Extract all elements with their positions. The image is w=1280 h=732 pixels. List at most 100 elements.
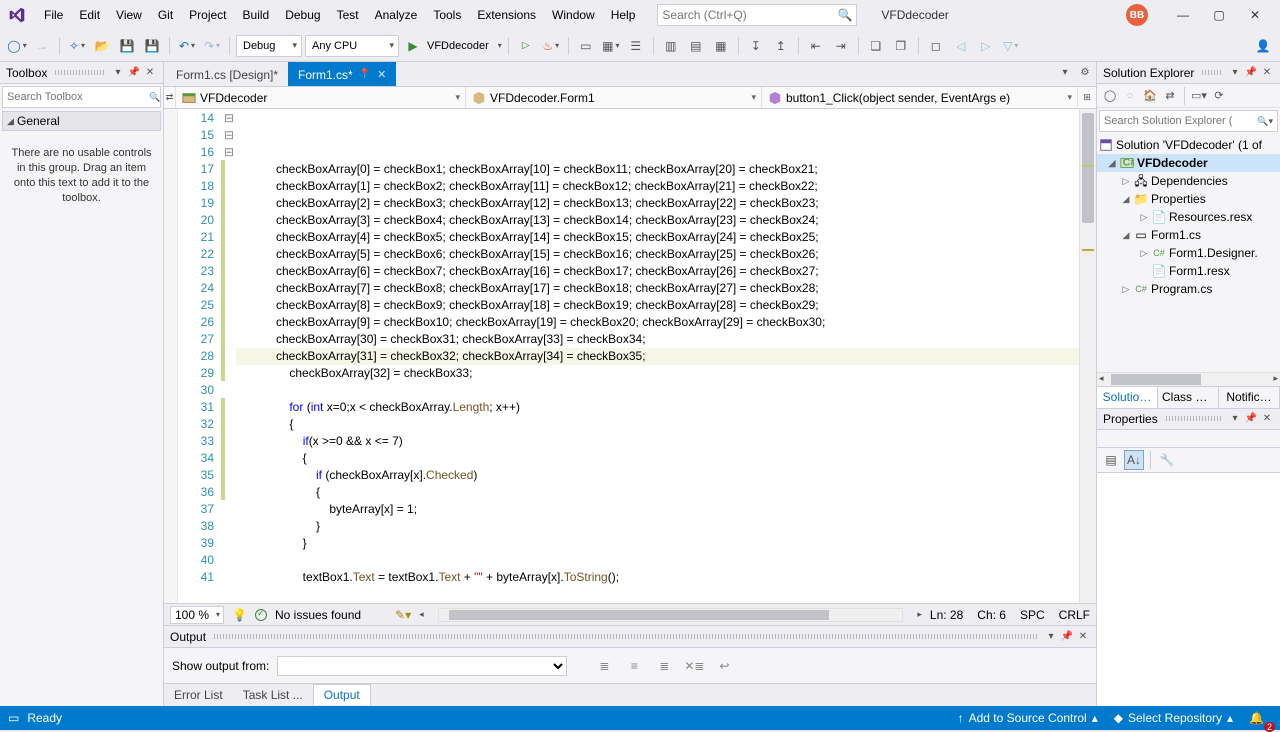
user-avatar[interactable]: BB bbox=[1126, 4, 1148, 26]
horizontal-scrollbar[interactable] bbox=[438, 608, 904, 622]
sln-home-icon[interactable]: 🏠 bbox=[1141, 87, 1159, 105]
lightbulb-icon[interactable]: 💡 bbox=[232, 608, 247, 622]
pin-icon[interactable]: 📍 bbox=[359, 69, 371, 80]
nav-back-button[interactable]: ◯▾ bbox=[6, 35, 28, 57]
bottom-tab-output[interactable]: Output bbox=[313, 684, 371, 705]
code-text[interactable]: checkBoxArray[0] = checkBox1; checkBoxAr… bbox=[236, 109, 1079, 603]
title-search-input[interactable] bbox=[662, 8, 837, 22]
menu-edit[interactable]: Edit bbox=[71, 4, 108, 26]
bookmark-prev[interactable]: ◁ bbox=[950, 35, 972, 57]
sln-sync-icon[interactable]: ⇄ bbox=[1161, 87, 1179, 105]
solution-hscroll[interactable]: ◂▸ bbox=[1097, 372, 1280, 386]
right-tab-0[interactable]: Solutio… bbox=[1097, 387, 1158, 408]
output-btn-4[interactable]: ✕≣ bbox=[683, 656, 705, 676]
sln-refresh-icon[interactable]: ⟳ bbox=[1210, 87, 1228, 105]
sln-back-icon[interactable]: ◯ bbox=[1101, 87, 1119, 105]
close-icon[interactable]: ✕ bbox=[1260, 412, 1274, 426]
tree-resources[interactable]: ▷📄Resources.resx bbox=[1097, 208, 1280, 226]
output-btn-3[interactable]: ≣ bbox=[653, 656, 675, 676]
new-project-button[interactable]: ✧▾ bbox=[66, 35, 88, 57]
tb-step-1[interactable]: ↧ bbox=[745, 35, 767, 57]
close-icon[interactable]: ✕ bbox=[377, 68, 386, 81]
bookmark-button[interactable]: ◻ bbox=[925, 35, 947, 57]
menu-tools[interactable]: Tools bbox=[425, 4, 469, 26]
dropdown-icon[interactable]: ▾ bbox=[111, 66, 125, 80]
tb-align-3[interactable]: ▦ bbox=[710, 35, 732, 57]
solution-search[interactable]: 🔍▾ bbox=[1099, 110, 1278, 132]
close-icon[interactable]: ✕ bbox=[1076, 630, 1090, 644]
scrollbar-thumb[interactable] bbox=[449, 610, 829, 620]
prop-alpha-icon[interactable]: A↓ bbox=[1124, 450, 1144, 470]
menu-help[interactable]: Help bbox=[603, 4, 644, 26]
bookmark-clear[interactable]: ▽▾ bbox=[1000, 35, 1022, 57]
output-btn-2[interactable]: ≡ bbox=[623, 656, 645, 676]
start-target-label[interactable]: VFDdecoder bbox=[427, 40, 489, 52]
tree-form1[interactable]: ◢▭Form1.cs bbox=[1097, 226, 1280, 244]
breakpoint-margin[interactable] bbox=[164, 109, 178, 603]
sln-showall-icon[interactable]: ▭▾ bbox=[1190, 87, 1208, 105]
tb-uncomment[interactable]: ❐ bbox=[890, 35, 912, 57]
tb-comment[interactable]: ❏ bbox=[865, 35, 887, 57]
close-icon[interactable]: ✕ bbox=[1260, 66, 1274, 80]
solution-search-input[interactable] bbox=[1104, 115, 1257, 127]
pin-icon[interactable]: 📌 bbox=[1244, 412, 1258, 426]
tree-form1-resx[interactable]: 📄Form1.resx bbox=[1097, 262, 1280, 280]
start-nodebug-button[interactable]: ▷ bbox=[515, 35, 537, 57]
open-file-button[interactable]: 📂 bbox=[91, 35, 113, 57]
tb-misc-3[interactable]: ☰ bbox=[625, 35, 647, 57]
output-source-combo[interactable] bbox=[277, 656, 567, 676]
menu-file[interactable]: File bbox=[36, 4, 71, 26]
bottom-tab-task-list-[interactable]: Task List ... bbox=[233, 685, 313, 705]
tb-align-2[interactable]: ▤ bbox=[685, 35, 707, 57]
menu-extensions[interactable]: Extensions bbox=[469, 4, 544, 26]
right-tab-2[interactable]: Notific… bbox=[1219, 387, 1280, 408]
tab-settings-icon[interactable]: ⚙ bbox=[1078, 65, 1092, 79]
nav-member-combo[interactable]: button1_Click(object sender, EventArgs e… bbox=[762, 87, 1078, 108]
spaces-indicator[interactable]: SPC bbox=[1020, 608, 1045, 622]
toolbox-group-general[interactable]: ◢ General bbox=[2, 111, 161, 131]
brush-icon[interactable]: ✎▾ bbox=[395, 608, 411, 622]
tree-solution[interactable]: Solution 'VFDdecoder' (1 of bbox=[1097, 136, 1280, 154]
tb-step-2[interactable]: ↥ bbox=[770, 35, 792, 57]
lineend-indicator[interactable]: CRLF bbox=[1059, 608, 1090, 622]
tb-misc-2[interactable]: ▦▾ bbox=[600, 35, 622, 57]
code-editor[interactable]: 1415161718192021222324252627282930313233… bbox=[164, 109, 1096, 603]
config-combo[interactable]: Debug bbox=[236, 35, 302, 57]
prop-wrench-icon[interactable]: 🔧 bbox=[1157, 450, 1177, 470]
menu-build[interactable]: Build bbox=[235, 4, 278, 26]
tree-dependencies[interactable]: ▷🖧Dependencies bbox=[1097, 172, 1280, 190]
platform-combo[interactable]: Any CPU bbox=[305, 35, 399, 57]
pin-icon[interactable]: 📌 bbox=[1244, 66, 1258, 80]
prop-categorized-icon[interactable]: ▤ bbox=[1101, 450, 1121, 470]
tb-align-1[interactable]: ▥ bbox=[660, 35, 682, 57]
tree-project[interactable]: ◢C#VFDdecoder bbox=[1097, 154, 1280, 172]
vertical-scrollbar[interactable] bbox=[1079, 109, 1096, 603]
menu-analyze[interactable]: Analyze bbox=[367, 4, 426, 26]
tab-overflow-icon[interactable]: ▾ bbox=[1058, 65, 1072, 79]
save-button[interactable]: 💾 bbox=[116, 35, 138, 57]
zoom-combo[interactable]: 100 % bbox=[170, 606, 224, 624]
tree-properties[interactable]: ◢📁Properties bbox=[1097, 190, 1280, 208]
title-search-box[interactable]: 🔍 bbox=[657, 4, 857, 26]
menu-project[interactable]: Project bbox=[181, 4, 234, 26]
bottom-tab-error-list[interactable]: Error List bbox=[164, 685, 233, 705]
right-tab-1[interactable]: Class V… bbox=[1158, 387, 1219, 408]
dropdown-icon[interactable]: ▾ bbox=[1044, 630, 1058, 644]
save-all-button[interactable]: 💾 bbox=[141, 35, 163, 57]
notifications-button[interactable]: 🔔2 bbox=[1241, 706, 1272, 730]
toolbox-search-input[interactable] bbox=[7, 91, 149, 103]
redo-button[interactable]: ↷▾ bbox=[201, 35, 223, 57]
solution-tree[interactable]: Solution 'VFDdecoder' (1 of ◢C#VFDdecode… bbox=[1097, 134, 1280, 372]
undo-button[interactable]: ↶▾ bbox=[176, 35, 198, 57]
menu-view[interactable]: View bbox=[108, 4, 150, 26]
tab-form-cs[interactable]: Form1.cs* 📍 ✕ bbox=[288, 62, 396, 86]
menu-git[interactable]: Git bbox=[150, 4, 181, 26]
output-window-icon[interactable]: ▭ bbox=[8, 711, 19, 725]
output-btn-1[interactable]: ≣ bbox=[593, 656, 615, 676]
sln-fwd-icon[interactable]: ○ bbox=[1121, 87, 1139, 105]
tree-form1-designer[interactable]: ▷C#Form1.Designer. bbox=[1097, 244, 1280, 262]
scrollbar-thumb[interactable] bbox=[1082, 113, 1094, 223]
pin-icon[interactable]: 📌 bbox=[127, 66, 141, 80]
bookmark-next[interactable]: ▷ bbox=[975, 35, 997, 57]
nav-left-handle[interactable]: ⇄ bbox=[164, 87, 176, 108]
